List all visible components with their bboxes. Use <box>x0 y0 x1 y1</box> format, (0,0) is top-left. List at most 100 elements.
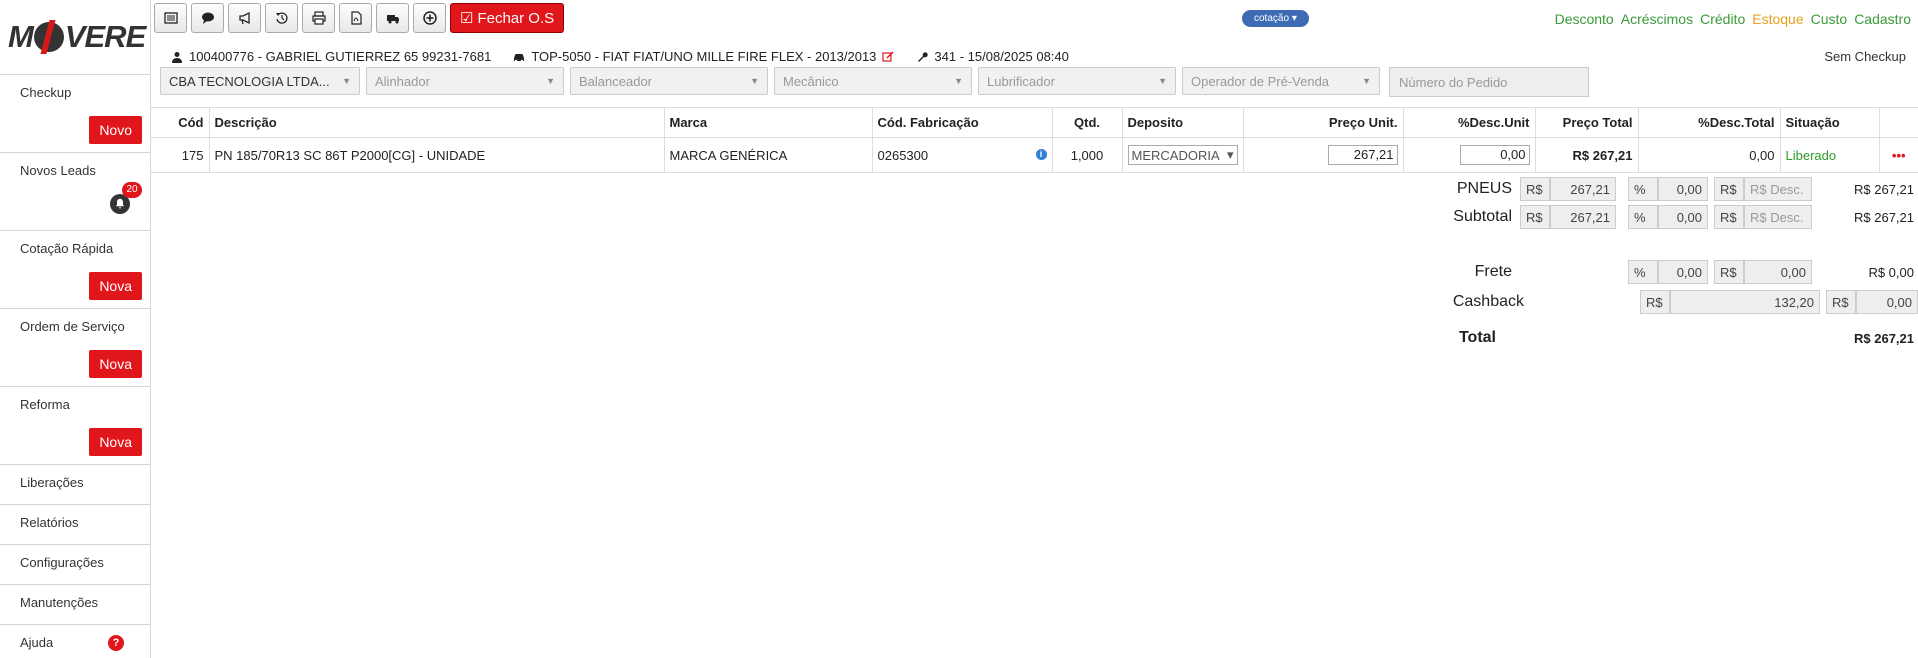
more-options-icon[interactable]: ••• <box>1879 137 1918 173</box>
custo-link[interactable]: Custo <box>1811 11 1848 27</box>
pneus-pct-input[interactable]: 0,00 <box>1658 177 1708 201</box>
pneus-row: PNEUS R$ 267,21 % 0,00 R$ R$ Desc. R$ 26… <box>1370 176 1918 202</box>
plus-circle-icon[interactable] <box>413 3 446 33</box>
alinhador-select[interactable]: Alinhador ▼ <box>366 67 564 95</box>
frete-value-input[interactable]: 0,00 <box>1744 260 1812 284</box>
pdf-icon[interactable] <box>339 3 372 33</box>
print-icon[interactable] <box>302 3 335 33</box>
cashback-label: Cashback <box>1452 293 1524 310</box>
caret-down-icon: ▼ <box>342 76 351 86</box>
operador-select[interactable]: Operador de Pré-Venda ▼ <box>1182 67 1380 95</box>
estoque-link[interactable]: Estoque <box>1752 11 1803 27</box>
frete-currency: R$ <box>1714 260 1744 284</box>
sidebar-item-relatorios[interactable]: Relatórios <box>0 504 150 544</box>
caret-down-icon: ▾ <box>1226 147 1234 162</box>
subtotal-desc-input[interactable]: R$ Desc. <box>1744 205 1812 229</box>
pneus-currency: R$ <box>1520 177 1550 201</box>
sidebar-item-checkup[interactable]: Checkup Novo <box>0 74 150 152</box>
toolbar: ☑ Fechar O.S <box>154 3 565 33</box>
client-text: 100400776 - GABRIEL GUTIERREZ 65 99231-7… <box>189 49 492 64</box>
cadastro-link[interactable]: Cadastro <box>1854 11 1911 27</box>
sidebar-item-label: Relatórios <box>20 515 79 530</box>
movere-logo[interactable]: M VERE <box>0 0 150 74</box>
vehicle-info[interactable]: TOP-5050 - FIAT FIAT/UNO MILLE FIRE FLEX… <box>513 49 894 64</box>
col-cod-fabricacao[interactable]: Cód. Fabricação <box>872 107 1053 138</box>
subtotal-pct-input[interactable]: 0,00 <box>1658 205 1708 229</box>
sidebar-item-reforma[interactable]: Reforma Nova <box>0 386 150 464</box>
cotacao-dropdown[interactable]: cotação ▾ <box>1242 10 1309 27</box>
caret-down-icon: ▼ <box>750 76 759 86</box>
alinhador-placeholder: Alinhador <box>375 73 430 89</box>
cotacao-new-button[interactable]: Nova <box>89 272 142 300</box>
sidebar-item-liberacoes[interactable]: Liberações <box>0 464 150 504</box>
help-icon[interactable]: ? <box>108 635 124 651</box>
cashback-use-currency: R$ <box>1826 290 1856 314</box>
numero-pedido-input[interactable]: Número do Pedido <box>1389 67 1589 97</box>
empresa-select[interactable]: CBA TECNOLOGIA LTDA... ▼ <box>160 67 360 95</box>
sidebar-item-manutencoes[interactable]: Manutenções <box>0 584 150 624</box>
col-situacao[interactable]: Situação <box>1780 107 1880 138</box>
subtotal-value[interactable]: 267,21 <box>1550 205 1616 229</box>
col-qtd[interactable]: Qtd. <box>1052 107 1123 138</box>
subtotal-pct-symbol: % <box>1628 205 1658 229</box>
checkup-new-button[interactable]: Novo <box>89 116 142 144</box>
history-icon[interactable] <box>265 3 298 33</box>
ordem-new-button[interactable]: Nova <box>89 350 142 378</box>
cashback-currency: R$ <box>1640 290 1670 314</box>
col-desc-unit[interactable]: %Desc.Unit <box>1403 107 1536 138</box>
col-preco-total[interactable]: Preço Total <box>1535 107 1639 138</box>
vehicle-text: TOP-5050 - FIAT FIAT/UNO MILLE FIRE FLEX… <box>531 49 877 64</box>
cashback-use-input[interactable]: 0,00 <box>1856 290 1918 314</box>
sidebar-item-ajuda[interactable]: Ajuda ? <box>0 624 150 658</box>
desconto-link[interactable]: Desconto <box>1555 11 1614 27</box>
mecanico-select[interactable]: Mecânico ▼ <box>774 67 972 95</box>
preco-unit-input[interactable]: 267,21 <box>1327 145 1398 165</box>
pneus-desc-input[interactable]: R$ Desc. <box>1744 177 1812 201</box>
list-icon[interactable] <box>154 3 187 33</box>
deposito-select[interactable]: MERCADORIA ▾ <box>1127 145 1238 165</box>
balanceador-select[interactable]: Balanceador ▼ <box>570 67 768 95</box>
pneus-value[interactable]: 267,21 <box>1550 177 1616 201</box>
fechar-os-button[interactable]: ☑ Fechar O.S <box>450 3 565 33</box>
client-info[interactable]: 100400776 - GABRIEL GUTIERREZ 65 99231-7… <box>171 49 491 64</box>
frete-pct-input[interactable]: 0,00 <box>1658 260 1708 284</box>
sidebar-item-ordem-servico[interactable]: Ordem de Serviço Nova <box>0 308 150 386</box>
info-icon[interactable]: i <box>1035 148 1047 160</box>
col-desc-total[interactable]: %Desc.Total <box>1638 107 1781 138</box>
subtotal-total: R$ 267,21 <box>1854 209 1914 225</box>
megaphone-icon[interactable] <box>228 3 261 33</box>
lubrificador-select[interactable]: Lubrificador ▼ <box>978 67 1176 95</box>
reforma-new-button[interactable]: Nova <box>89 428 142 456</box>
col-preco-unit[interactable]: Preço Unit. <box>1243 107 1404 138</box>
cell-descricao: PN 185/70R13 SC 86T P2000[CG] - UNIDADE <box>209 137 665 173</box>
col-cod[interactable]: Cód <box>151 107 210 138</box>
sidebar-item-novos-leads[interactable]: Novos Leads 20 <box>0 152 150 230</box>
edit-icon[interactable] <box>882 50 894 63</box>
cod-fab-value: 0265300 <box>877 147 929 163</box>
sidebar-item-configuracoes[interactable]: Configurações <box>0 544 150 584</box>
pedido-placeholder: Número do Pedido <box>1399 74 1508 90</box>
subtotal-label: Subtotal <box>1453 208 1512 225</box>
caret-down-icon: ▼ <box>1158 76 1167 86</box>
table-row[interactable]: 175 PN 185/70R13 SC 86T P2000[CG] - UNID… <box>151 137 1918 173</box>
lubrificador-placeholder: Lubrificador <box>987 73 1055 89</box>
balanceador-placeholder: Balanceador <box>579 73 652 89</box>
sidebar-item-label: Novos Leads <box>20 163 96 178</box>
desc-unit-input[interactable]: 0,00 <box>1459 145 1530 165</box>
truck-icon[interactable] <box>376 3 409 33</box>
col-deposito[interactable]: Deposito <box>1122 107 1244 138</box>
acrescimos-link[interactable]: Acréscimos <box>1621 11 1693 27</box>
sidebar-item-cotacao-rapida[interactable]: Cotação Rápida Nova <box>0 230 150 308</box>
info-line: 100400776 - GABRIEL GUTIERREZ 65 99231-7… <box>171 49 1069 64</box>
credito-link[interactable]: Crédito <box>1700 11 1745 27</box>
sidebar-item-label: Manutenções <box>20 595 99 610</box>
col-descricao[interactable]: Descrição <box>209 107 665 138</box>
total-row: Total R$ 267,21 <box>1304 325 1918 351</box>
logo-text-left: M <box>8 19 34 54</box>
col-marca[interactable]: Marca <box>664 107 873 138</box>
frete-row: Frete % 0,00 R$ 0,00 R$ 0,00 <box>1320 259 1918 285</box>
comment-icon[interactable] <box>191 3 224 33</box>
status-badge: Liberado <box>1780 137 1880 173</box>
caret-down-icon: ▾ <box>1291 13 1297 24</box>
sidebar-item-label: Cotação Rápida <box>20 241 114 256</box>
